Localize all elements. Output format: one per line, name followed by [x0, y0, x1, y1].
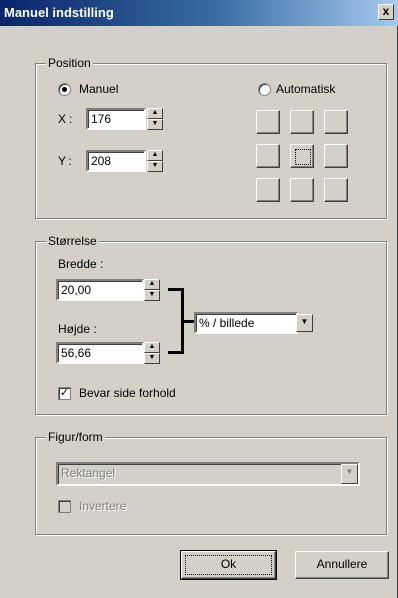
spin-down-icon[interactable]: ▼ [144, 353, 160, 364]
size-legend: Størrelse [46, 234, 99, 248]
width-spinner[interactable]: ▲ ▼ [144, 279, 160, 301]
spin-up-icon[interactable]: ▲ [144, 279, 160, 290]
keep-ratio-checkbox[interactable]: ✓ [58, 387, 71, 400]
position-top-left-button[interactable] [256, 110, 280, 134]
ok-focus-ring [185, 555, 272, 575]
link-bracket [168, 288, 184, 354]
manual-label[interactable]: Manuel [79, 82, 118, 96]
manual-radio[interactable] [58, 83, 71, 96]
position-top-right-button[interactable] [324, 110, 348, 134]
window-title: Manuel indstilling [4, 5, 114, 20]
height-label: Højde : [58, 322, 97, 336]
spin-down-icon[interactable]: ▼ [147, 119, 163, 130]
title-bar[interactable]: Manuel indstilling x [0, 0, 398, 26]
ok-button[interactable]: Ok [180, 550, 277, 580]
keep-ratio-label[interactable]: Bevar side forhold [79, 386, 176, 400]
invert-checkbox[interactable] [58, 500, 71, 513]
shape-dropdown-arrow-icon[interactable]: ▼ [341, 464, 358, 484]
cancel-label: Annullere [316, 557, 368, 571]
position-middle-right-button[interactable] [324, 144, 348, 168]
invert-label[interactable]: Invertere [79, 499, 126, 513]
position-bottom-center-button[interactable] [290, 178, 314, 202]
automatic-label[interactable]: Automatisk [276, 82, 335, 96]
spin-down-icon[interactable]: ▼ [144, 290, 160, 301]
height-input[interactable]: 56,66 [56, 342, 144, 364]
position-middle-left-button[interactable] [256, 144, 280, 168]
x-input[interactable]: 176 [86, 108, 146, 130]
position-top-center-button[interactable] [290, 110, 314, 134]
size-group: Størrelse Bredde : 20,00 ▲ ▼ Højde : 56,… [35, 234, 387, 415]
y-spinner[interactable]: ▲ ▼ [147, 150, 163, 172]
dropdown-arrow-icon[interactable]: ▼ [296, 314, 313, 332]
width-input[interactable]: 20,00 [56, 279, 144, 301]
cancel-button[interactable]: Annullere [295, 551, 389, 579]
x-spinner[interactable]: ▲ ▼ [147, 108, 163, 130]
position-group: Position Manuel Automatisk X: 176 ▲ ▼ Y:… [35, 56, 387, 219]
spin-down-icon[interactable]: ▼ [147, 161, 163, 172]
unit-dropdown[interactable]: % / billede [194, 312, 298, 334]
position-bottom-right-button[interactable] [324, 178, 348, 202]
height-spinner[interactable]: ▲ ▼ [144, 342, 160, 364]
spin-up-icon[interactable]: ▲ [147, 150, 163, 161]
shape-legend: Figur/form [46, 430, 105, 444]
automatic-radio[interactable] [258, 83, 271, 96]
dialog-window: Manuel indstilling x Position Manuel Aut… [0, 0, 398, 598]
spin-up-icon[interactable]: ▲ [144, 342, 160, 353]
y-label: Y: [58, 154, 75, 168]
x-label: X: [58, 112, 76, 126]
close-icon: x [382, 4, 390, 18]
close-button[interactable]: x [378, 4, 394, 20]
y-input[interactable]: 208 [86, 150, 146, 172]
position-legend: Position [46, 56, 93, 70]
shape-dropdown[interactable]: Rektangel [56, 462, 360, 486]
spin-up-icon[interactable]: ▲ [147, 108, 163, 119]
position-center-button[interactable] [290, 144, 314, 168]
position-bottom-left-button[interactable] [256, 178, 280, 202]
width-label: Bredde : [58, 257, 104, 271]
shape-group: Figur/form Rektangel ▼ Invertere [35, 430, 387, 535]
